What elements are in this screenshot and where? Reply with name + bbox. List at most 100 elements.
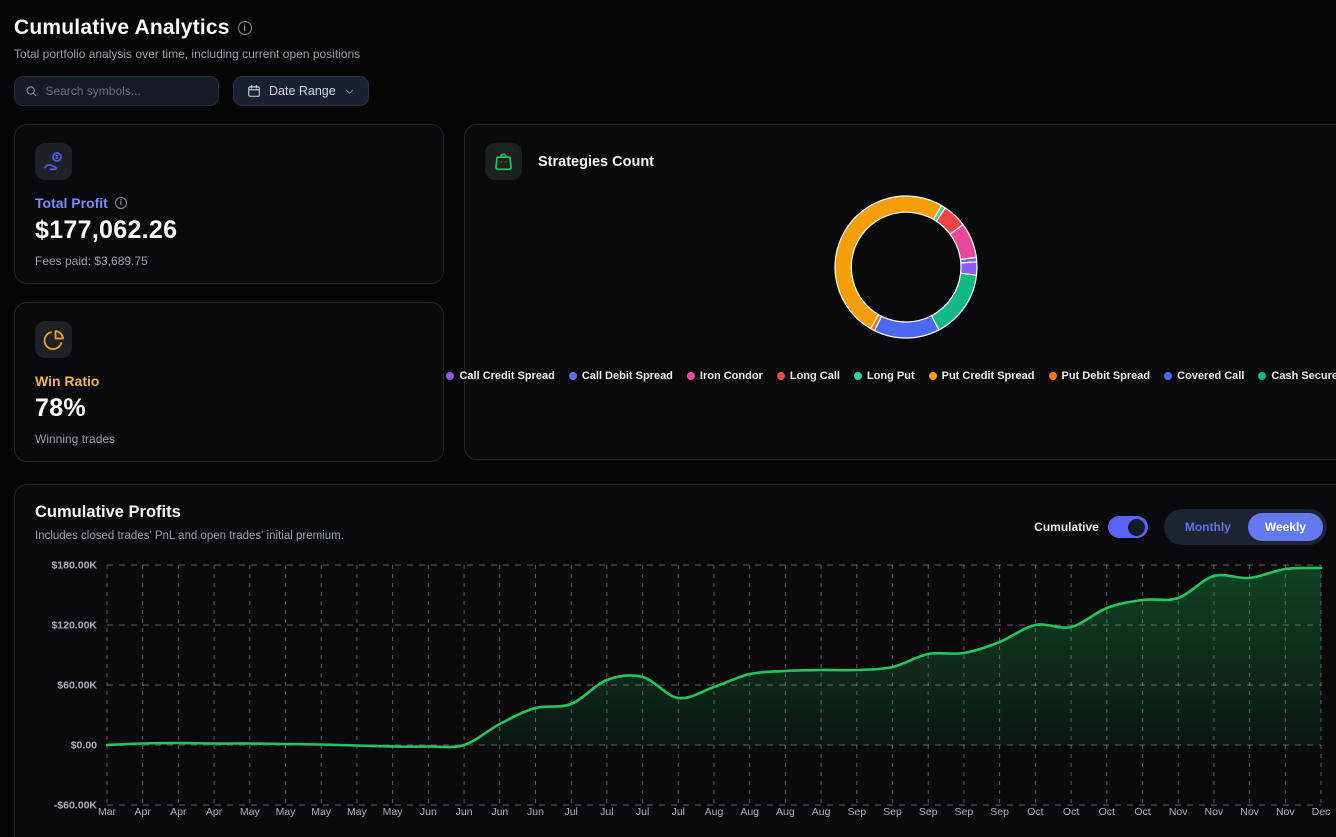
strategies-legend: Call Credit SpreadCall Debit SpreadIron … (485, 370, 1327, 382)
x-axis-label: Nov (1205, 806, 1224, 818)
period-option-monthly[interactable]: Monthly (1168, 513, 1248, 541)
win-ratio-icon-tile (35, 321, 72, 358)
legend-label: Long Put (867, 370, 915, 382)
y-axis-label: $180.00K (51, 560, 97, 572)
stat-cards-column: Total Profit i $177,062.26 Fees paid: $3… (14, 124, 444, 462)
total-profit-fees: Fees paid: $3,689.75 (35, 254, 423, 268)
x-axis-label: Dec (1312, 806, 1331, 818)
legend-label: Put Debit Spread (1062, 370, 1151, 382)
x-axis-label: May (311, 806, 332, 818)
page-subtitle: Total portfolio analysis over time, incl… (14, 47, 1336, 61)
x-axis-label: Oct (1063, 806, 1079, 818)
x-axis-label: Mar (98, 806, 117, 818)
x-axis-label: Nov (1240, 806, 1259, 818)
donut-segment[interactable]: Put Credit Spread (835, 196, 941, 328)
legend-item[interactable]: Iron Condor (687, 370, 763, 382)
x-axis-label: Aug (705, 806, 724, 818)
legend-item[interactable]: Long Put (854, 370, 915, 382)
toolbar: Date Range (14, 76, 1336, 106)
search-box[interactable] (14, 76, 219, 106)
legend-item[interactable]: Cash Secured Put (1258, 370, 1336, 382)
legend-item[interactable]: Call Debit Spread (569, 370, 673, 382)
x-axis-label: Sep (919, 806, 938, 818)
legend-label: Put Credit Spread (942, 370, 1035, 382)
cumulative-profits-chart[interactable]: $180.00K$120.00K$60.00K$0.00-$60.00KMarA… (29, 551, 1331, 819)
cumulative-toggle[interactable] (1108, 516, 1148, 538)
legend-item[interactable]: Long Call (777, 370, 840, 382)
legend-item[interactable]: Call Credit Spread (446, 370, 554, 382)
total-profit-icon-tile (35, 143, 72, 180)
shopping-bag-icon (492, 150, 515, 173)
x-axis-label: Jul (672, 806, 685, 818)
legend-label: Call Debit Spread (582, 370, 673, 382)
cumulative-profits-subtitle: Includes closed trades' PnL and open tra… (35, 530, 344, 542)
search-icon (25, 84, 37, 98)
legend-label: Call Credit Spread (459, 370, 554, 382)
legend-label: Cash Secured Put (1271, 370, 1336, 382)
page-info-icon[interactable]: i (238, 21, 252, 35)
legend-dot (777, 372, 785, 380)
win-ratio-footnote: Winning trades (35, 432, 423, 446)
cumulative-toggle-label: Cumulative (1034, 520, 1099, 534)
donut-segment[interactable]: Cash Secured Put (931, 273, 976, 330)
strategies-count-title: Strategies Count (538, 154, 654, 170)
legend-dot (1164, 372, 1172, 380)
x-axis-label: Jul (564, 806, 577, 818)
cumulative-profits-title: Cumulative Profits (35, 503, 344, 522)
total-profit-label: Total Profit (35, 195, 108, 211)
x-axis-label: Sep (955, 806, 974, 818)
x-axis-label: Aug (776, 806, 795, 818)
x-axis-label: Jun (491, 806, 508, 818)
x-axis-label: May (347, 806, 368, 818)
x-axis-label: Apr (170, 806, 187, 818)
strategies-donut-chart[interactable]: Long PutLong CallIron CondorCall Debit S… (827, 188, 985, 346)
legend-item[interactable]: Covered Call (1164, 370, 1244, 382)
x-axis-label: Nov (1276, 806, 1295, 818)
pie-chart-icon (42, 328, 66, 352)
legend-dot (1049, 372, 1057, 380)
chevron-down-icon (344, 86, 355, 97)
legend-item[interactable]: Put Debit Spread (1049, 370, 1151, 382)
x-axis-label: May (276, 806, 297, 818)
x-axis-label: Aug (812, 806, 831, 818)
hand-coin-icon (42, 150, 66, 174)
legend-dot (687, 372, 695, 380)
cumulative-profits-card: Cumulative Profits Includes closed trade… (14, 484, 1336, 837)
x-axis-label: Jun (527, 806, 544, 818)
legend-label: Long Call (790, 370, 840, 382)
strategies-count-card: Strategies Count Long PutLong CallIron C… (464, 124, 1336, 460)
search-input[interactable] (45, 84, 208, 98)
x-axis-label: May (240, 806, 261, 818)
x-axis-label: Nov (1169, 806, 1188, 818)
strategies-icon-tile (485, 143, 522, 180)
date-range-button[interactable]: Date Range (233, 76, 369, 106)
y-axis-label: $120.00K (51, 620, 97, 632)
total-profit-info-icon[interactable]: i (115, 197, 127, 209)
x-axis-label: Apr (206, 806, 223, 818)
x-axis-label: Aug (740, 806, 759, 818)
x-axis-label: Jul (600, 806, 613, 818)
x-axis-label: Jun (420, 806, 437, 818)
x-axis-label: Sep (883, 806, 902, 818)
win-ratio-label: Win Ratio (35, 373, 99, 389)
donut-segment[interactable]: Covered Call (874, 316, 938, 338)
date-range-label: Date Range (269, 84, 336, 98)
x-axis-label: Jul (636, 806, 649, 818)
x-axis-label: Oct (1099, 806, 1115, 818)
legend-item[interactable]: Put Credit Spread (929, 370, 1035, 382)
legend-label: Covered Call (1177, 370, 1244, 382)
legend-label: Iron Condor (700, 370, 763, 382)
chart-heading: Cumulative Profits Includes closed trade… (35, 503, 344, 542)
x-axis-label: Sep (847, 806, 866, 818)
legend-dot (1258, 372, 1266, 380)
legend-dot (854, 372, 862, 380)
cards-row: Total Profit i $177,062.26 Fees paid: $3… (14, 124, 1336, 462)
total-profit-value: $177,062.26 (35, 216, 423, 245)
x-axis-label: Sep (990, 806, 1009, 818)
x-axis-label: Jun (456, 806, 473, 818)
legend-dot (569, 372, 577, 380)
legend-dot (929, 372, 937, 380)
x-axis-label: May (383, 806, 404, 818)
y-axis-label: -$60.00K (54, 800, 98, 812)
period-option-weekly[interactable]: Weekly (1248, 513, 1323, 541)
